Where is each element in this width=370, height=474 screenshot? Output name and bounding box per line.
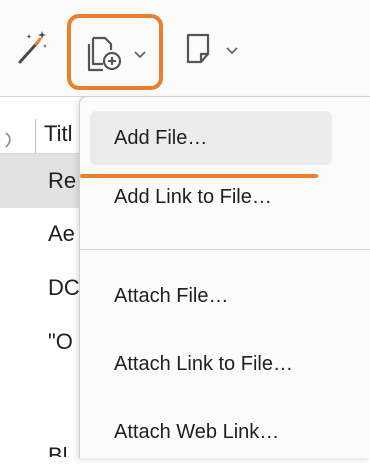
list-row[interactable]: "O: [0, 316, 80, 370]
menu-item-attach-web-link[interactable]: Attach Web Link…: [90, 420, 330, 474]
add-file-icon: [87, 36, 122, 72]
row-title: "O: [48, 329, 73, 354]
menu-item-add-link-to-file[interactable]: Add Link to File…: [90, 183, 330, 237]
note-dropdown-button[interactable]: [185, 28, 255, 68]
attachment-column-icon: [5, 132, 11, 148]
magic-wand-icon: [18, 31, 47, 64]
note-icon: [186, 33, 210, 64]
menu-item-add-file[interactable]: Add File…: [90, 111, 332, 165]
row-title: Re: [48, 168, 77, 193]
add-file-dropdown-button[interactable]: [67, 14, 163, 90]
column-divider[interactable]: [35, 119, 36, 153]
row-title: DC: [48, 275, 80, 300]
list-row[interactable]: Re: [0, 154, 80, 208]
add-attachment-menu: Add File… Add Link to File… Attach File……: [79, 96, 370, 458]
menu-item-label: Attach Web Link…: [114, 421, 280, 443]
list-header: Titl: [0, 97, 80, 154]
magic-wand-button[interactable]: [14, 28, 50, 68]
chevron-down-icon: [134, 51, 146, 59]
menu-item-label: Attach Link to File…: [114, 353, 293, 375]
menu-item-label: Attach File…: [114, 285, 229, 307]
list-row[interactable]: DC: [0, 262, 80, 316]
menu-item-label: Add File…: [114, 127, 208, 149]
title-column-header[interactable]: Titl: [44, 121, 73, 147]
toolbar: [0, 0, 370, 97]
list-row[interactable]: Bl: [0, 370, 80, 457]
menu-item-attach-link-to-file[interactable]: Attach Link to File…: [90, 352, 330, 406]
reference-list: Titl Re Ae DC "O Bl: [0, 97, 80, 457]
menu-item-attach-file[interactable]: Attach File…: [90, 284, 330, 338]
list-row[interactable]: Ae: [0, 208, 80, 262]
chevron-down-icon: [226, 47, 238, 55]
row-title: Bl: [48, 443, 68, 457]
highlight-underline: [80, 174, 318, 178]
menu-item-label: Add Link to File…: [114, 186, 272, 208]
row-title: Ae: [48, 221, 75, 246]
menu-separator: [80, 249, 370, 250]
